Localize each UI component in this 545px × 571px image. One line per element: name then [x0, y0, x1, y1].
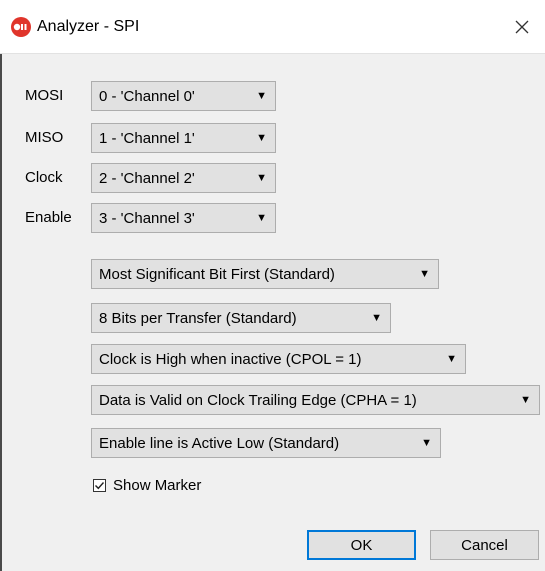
mosi-select[interactable]: 0 - 'Channel 0' ▼ [91, 81, 276, 111]
cpol-value: Clock is High when inactive (CPOL = 1) [99, 350, 362, 368]
ok-button[interactable]: OK [307, 530, 416, 560]
enable-polarity-value: Enable line is Active Low (Standard) [99, 434, 340, 452]
clock-label: Clock [25, 169, 63, 186]
miso-label: MISO [25, 129, 64, 146]
miso-select-value: 1 - 'Channel 1' [99, 129, 195, 147]
dropdown-arrow-icon: ▼ [446, 352, 457, 365]
saleae-logo-icon [11, 17, 31, 37]
mosi-select-value: 0 - 'Channel 0' [99, 87, 195, 105]
title-bar: Analyzer - SPI [0, 0, 545, 54]
clock-select-value: 2 - 'Channel 2' [99, 169, 195, 187]
show-marker-option[interactable]: Show Marker [93, 477, 201, 494]
show-marker-checkbox[interactable] [93, 479, 106, 492]
bits-per-transfer-select[interactable]: 8 Bits per Transfer (Standard) ▼ [91, 303, 391, 333]
cpha-value: Data is Valid on Clock Trailing Edge (CP… [99, 391, 417, 409]
dropdown-arrow-icon: ▼ [419, 267, 430, 280]
bit-order-value: Most Significant Bit First (Standard) [99, 265, 335, 283]
miso-select[interactable]: 1 - 'Channel 1' ▼ [91, 123, 276, 153]
dropdown-arrow-icon: ▼ [256, 211, 267, 224]
dropdown-arrow-icon: ▼ [256, 89, 267, 102]
dropdown-arrow-icon: ▼ [256, 131, 267, 144]
mosi-label: MOSI [25, 87, 64, 104]
dropdown-arrow-icon: ▼ [256, 171, 267, 184]
show-marker-label: Show Marker [113, 477, 202, 494]
bit-order-select[interactable]: Most Significant Bit First (Standard) ▼ [91, 259, 439, 289]
cancel-button[interactable]: Cancel [430, 530, 539, 560]
enable-polarity-select[interactable]: Enable line is Active Low (Standard) ▼ [91, 428, 441, 458]
window-edge [0, 54, 2, 571]
cpha-select[interactable]: Data is Valid on Clock Trailing Edge (CP… [91, 385, 540, 415]
bits-per-transfer-value: 8 Bits per Transfer (Standard) [99, 309, 297, 327]
window-title: Analyzer - SPI [37, 18, 140, 35]
enable-select[interactable]: 3 - 'Channel 3' ▼ [91, 203, 276, 233]
dropdown-arrow-icon: ▼ [421, 436, 432, 449]
enable-label: Enable [25, 209, 72, 226]
checkmark-icon [95, 482, 105, 490]
enable-select-value: 3 - 'Channel 3' [99, 209, 195, 227]
dropdown-arrow-icon: ▼ [371, 311, 382, 324]
close-button[interactable] [499, 0, 545, 54]
dropdown-arrow-icon: ▼ [520, 393, 531, 406]
close-icon [515, 20, 529, 34]
cpol-select[interactable]: Clock is High when inactive (CPOL = 1) ▼ [91, 344, 466, 374]
clock-select[interactable]: 2 - 'Channel 2' ▼ [91, 163, 276, 193]
